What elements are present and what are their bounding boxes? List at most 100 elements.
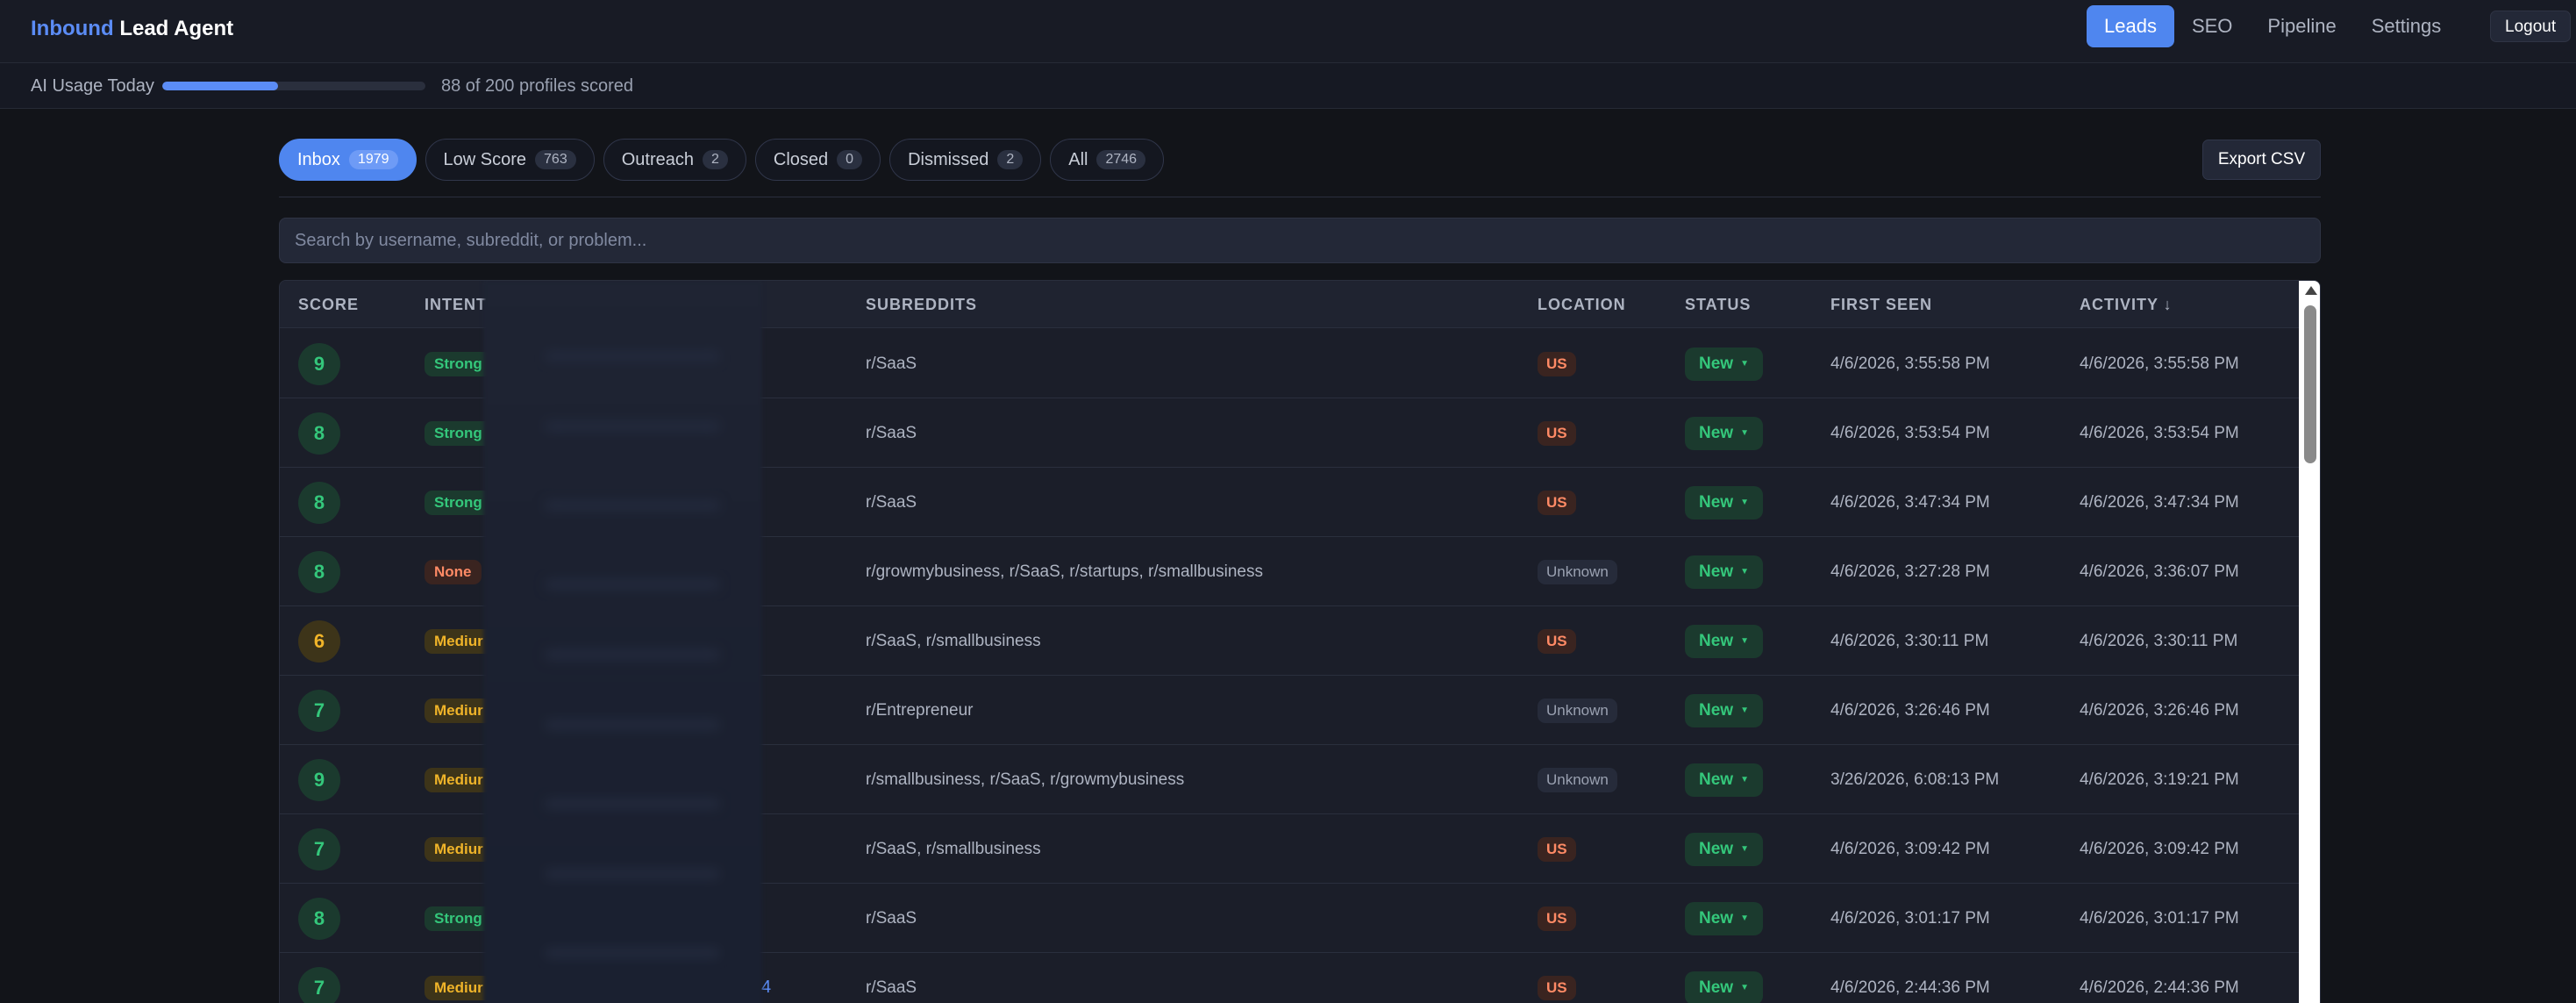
tab-count: 2 bbox=[997, 150, 1024, 169]
tab-closed[interactable]: Closed 0 bbox=[754, 139, 881, 181]
status-label: New bbox=[1699, 978, 1734, 997]
score-badge: 7 bbox=[298, 827, 340, 870]
caret-down-icon: ▼ bbox=[1740, 775, 1749, 784]
tab-outreach[interactable]: Outreach 2 bbox=[603, 139, 746, 181]
table-scrollbar[interactable] bbox=[2299, 281, 2320, 1003]
tab-low-score[interactable]: Low Score 763 bbox=[425, 139, 595, 181]
tab-inbox[interactable]: Inbox 1979 bbox=[279, 139, 417, 181]
status-dropdown[interactable]: New ▼ bbox=[1685, 416, 1763, 450]
first-seen-cell: 4/6/2026, 3:53:54 PM bbox=[1830, 423, 1990, 442]
nav-item-seo[interactable]: SEO bbox=[2174, 5, 2250, 47]
location-cell: Unknown bbox=[1538, 676, 1617, 745]
location-badge: Unknown bbox=[1538, 698, 1617, 723]
status-label: New bbox=[1699, 562, 1734, 581]
location-cell: US bbox=[1538, 468, 1576, 537]
tab-all[interactable]: All 2746 bbox=[1050, 139, 1165, 181]
subreddits-cell: r/SaaS, r/smallbusiness bbox=[866, 839, 1041, 858]
status-label: New bbox=[1699, 908, 1734, 928]
score-badge: 6 bbox=[298, 620, 340, 663]
activity-cell: 4/6/2026, 3:47:34 PM bbox=[2080, 492, 2239, 512]
first-seen-cell: 4/6/2026, 3:55:58 PM bbox=[1830, 354, 1990, 373]
status-cell: New ▼ bbox=[1685, 329, 1763, 398]
app-title-accent: Inbound bbox=[31, 17, 114, 40]
location-badge: US bbox=[1538, 975, 1576, 1000]
intent-cell: Strong bbox=[425, 884, 492, 953]
status-cell: New ▼ bbox=[1685, 676, 1763, 745]
tab-count: 2746 bbox=[1096, 150, 1146, 169]
first-seen-cell: 4/6/2026, 3:26:46 PM bbox=[1830, 700, 1990, 720]
redacted-region bbox=[483, 281, 762, 1003]
first-seen-cell: 4/6/2026, 3:47:34 PM bbox=[1830, 492, 1990, 512]
status-dropdown[interactable]: New ▼ bbox=[1685, 832, 1763, 866]
score-cell: 9 bbox=[298, 745, 340, 814]
main-nav: Leads SEO Pipeline Settings bbox=[2087, 5, 2458, 47]
caret-down-icon: ▼ bbox=[1740, 428, 1749, 438]
usage-text: 88 of 200 profiles scored bbox=[441, 76, 634, 96]
status-dropdown[interactable]: New ▼ bbox=[1685, 347, 1763, 381]
tab-label: Inbox bbox=[297, 149, 340, 169]
app-title: Inbound Lead Agent bbox=[31, 14, 233, 44]
location-badge: US bbox=[1538, 628, 1576, 654]
score-cell: 6 bbox=[298, 606, 340, 676]
subreddits-cell: r/SaaS bbox=[866, 492, 917, 512]
location-cell: US bbox=[1538, 884, 1576, 953]
status-label: New bbox=[1699, 423, 1734, 442]
arrow-up-icon[interactable] bbox=[2305, 286, 2317, 295]
tab-label: Closed bbox=[773, 149, 829, 169]
location-badge: US bbox=[1538, 490, 1576, 515]
nav-item-pipeline[interactable]: Pipeline bbox=[2250, 5, 2353, 47]
app-title-rest: Lead Agent bbox=[119, 17, 234, 40]
activity-cell: 4/6/2026, 3:30:11 PM bbox=[2080, 631, 2238, 650]
location-cell: Unknown bbox=[1538, 537, 1617, 606]
status-dropdown[interactable]: New ▼ bbox=[1685, 971, 1763, 1003]
status-dropdown[interactable]: New ▼ bbox=[1685, 693, 1763, 727]
status-cell: New ▼ bbox=[1685, 953, 1763, 1003]
first-seen-cell: 4/6/2026, 2:44:36 PM bbox=[1830, 978, 1990, 997]
column-header-intent[interactable]: INTENT bbox=[425, 281, 487, 328]
subreddits-cell: r/SaaS bbox=[866, 423, 917, 442]
score-badge: 9 bbox=[298, 758, 340, 801]
status-dropdown[interactable]: New ▼ bbox=[1685, 901, 1763, 935]
leads-table: SCORE INTENT SUBREDDITS LOCATION STATUS … bbox=[279, 280, 2321, 1003]
score-badge: 8 bbox=[298, 897, 340, 940]
status-dropdown[interactable]: New ▼ bbox=[1685, 555, 1763, 589]
profile-link-text[interactable]: 4 bbox=[761, 978, 771, 998]
intent-cell: Strong bbox=[425, 398, 492, 468]
nav-item-settings[interactable]: Settings bbox=[2354, 5, 2459, 47]
nav-item-leads[interactable]: Leads bbox=[2087, 5, 2174, 47]
first-seen-cell: 4/6/2026, 3:27:28 PM bbox=[1830, 562, 1990, 581]
status-dropdown[interactable]: New ▼ bbox=[1685, 485, 1763, 519]
search-input[interactable] bbox=[279, 218, 2321, 263]
status-dropdown[interactable]: New ▼ bbox=[1685, 624, 1763, 658]
intent-badge: Strong bbox=[425, 490, 492, 515]
column-header-first-seen[interactable]: FIRST SEEN bbox=[1830, 281, 1932, 328]
tab-dismissed[interactable]: Dismissed 2 bbox=[889, 139, 1042, 181]
status-cell: New ▼ bbox=[1685, 745, 1763, 814]
column-header-location[interactable]: LOCATION bbox=[1538, 281, 1626, 328]
caret-down-icon: ▼ bbox=[1740, 498, 1749, 507]
status-label: New bbox=[1699, 700, 1734, 720]
score-cell: 9 bbox=[298, 329, 340, 398]
column-header-activity[interactable]: ACTIVITY ↓ bbox=[2080, 281, 2173, 328]
scrollbar-thumb[interactable] bbox=[2304, 305, 2316, 463]
activity-cell: 4/6/2026, 2:44:36 PM bbox=[2080, 978, 2239, 997]
subreddits-cell: r/SaaS bbox=[866, 978, 917, 997]
status-dropdown[interactable]: New ▼ bbox=[1685, 763, 1763, 797]
column-header-subreddits[interactable]: SUBREDDITS bbox=[866, 281, 977, 328]
subreddits-cell: r/SaaS bbox=[866, 908, 917, 928]
location-cell: US bbox=[1538, 953, 1576, 1003]
usage-progress-track bbox=[162, 82, 425, 90]
score-badge: 9 bbox=[298, 342, 340, 385]
subreddits-cell: r/Entrepreneur bbox=[866, 700, 974, 720]
column-header-score[interactable]: SCORE bbox=[298, 281, 359, 328]
filter-tabs: Inbox 1979 Low Score 763 Outreach 2 Clos… bbox=[279, 139, 1165, 181]
profile-link[interactable]: 4 bbox=[761, 953, 771, 1003]
first-seen-cell: 4/6/2026, 3:30:11 PM bbox=[1830, 631, 1989, 650]
logout-button[interactable]: Logout bbox=[2490, 11, 2572, 42]
activity-cell: 4/6/2026, 3:19:21 PM bbox=[2080, 770, 2239, 789]
intent-cell: Strong bbox=[425, 468, 492, 537]
status-cell: New ▼ bbox=[1685, 606, 1763, 676]
first-seen-cell: 4/6/2026, 3:01:17 PM bbox=[1830, 908, 1990, 928]
column-header-status[interactable]: STATUS bbox=[1685, 281, 1751, 328]
export-csv-button[interactable]: Export CSV bbox=[2202, 140, 2321, 180]
